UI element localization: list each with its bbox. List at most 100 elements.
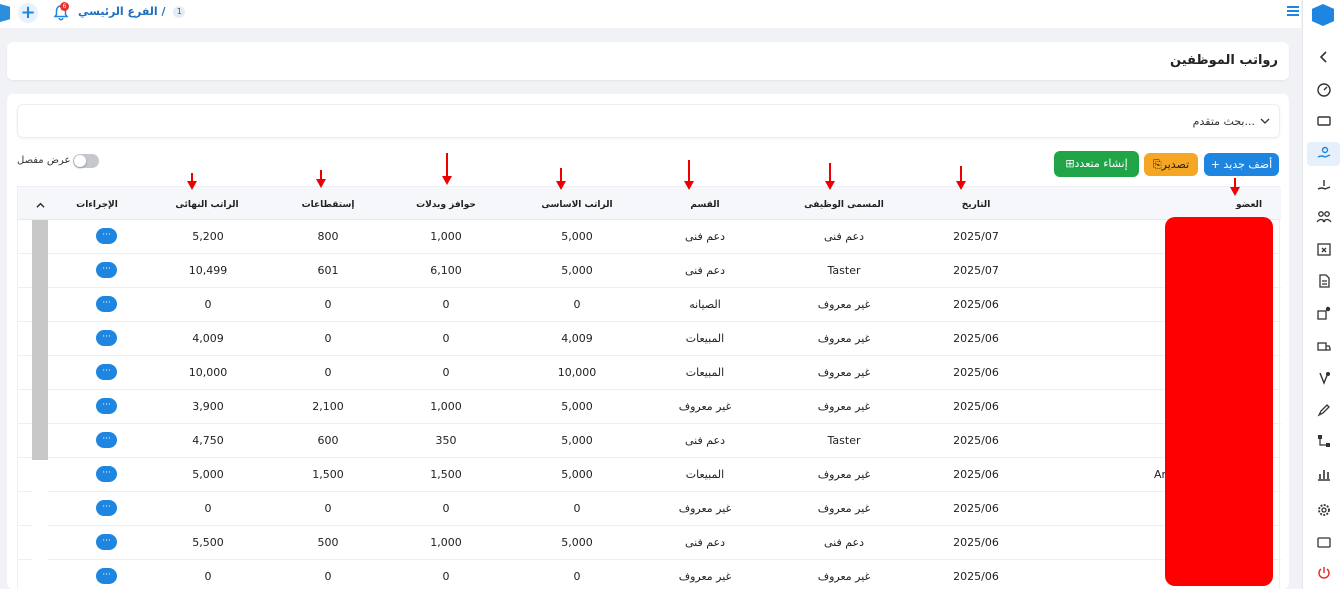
cell-deductions: 500 xyxy=(317,536,339,549)
cell-job-title: غير معروف xyxy=(817,332,871,345)
quick-add-button[interactable]: + xyxy=(18,3,38,23)
table-row[interactable]: 2025/06 Taster دعم فنى 5,000 350 600 4,750 ··· xyxy=(18,424,1281,458)
col-base-salary[interactable]: الراتب الاساسى xyxy=(541,200,612,210)
cell-deductions: 800 xyxy=(317,230,339,243)
col-department[interactable]: القسم xyxy=(690,200,719,210)
table-row[interactable]: 2025/07 Taster دعم فنى 5,000 6,100 601 10,499 ·… xyxy=(18,254,1281,288)
users-group-icon[interactable] xyxy=(1314,207,1334,227)
col-date[interactable]: التاريخ xyxy=(962,200,991,210)
col-member[interactable]: العضو xyxy=(1236,200,1262,210)
page-header-card: رواتب الموظفين xyxy=(7,42,1289,80)
dashboard-gauge-icon[interactable] xyxy=(1314,79,1334,99)
table-row[interactable]: 2025/06 غير معروف غير معروف 5,000 1,000 2,100… xyxy=(18,390,1281,424)
cell-date: 2025/06 xyxy=(953,434,999,447)
row-actions-button[interactable]: ··· xyxy=(96,398,117,414)
cell-job-title: Taster xyxy=(827,434,861,447)
cell-date: 2025/06 xyxy=(953,366,999,379)
row-actions-button[interactable]: ··· xyxy=(96,364,117,380)
cell-date: 2025/07 xyxy=(953,264,999,277)
table-row[interactable]: 2025/06 غير معروف غير معروف 0 0 0 0 ··· xyxy=(18,560,1281,589)
cell-final-salary: 3,900 xyxy=(192,400,224,413)
cell-final-salary: 4,009 xyxy=(192,332,224,345)
cell-base-salary: 5,000 xyxy=(561,264,593,277)
col-job-title[interactable]: المسمى الوظيفى xyxy=(804,200,884,210)
bulk-create-button[interactable]: ⊞إنشاء متعدد xyxy=(1054,151,1139,177)
cell-department: دعم فنى xyxy=(684,230,726,243)
salary-hand-icon[interactable] xyxy=(1307,142,1340,166)
col-final-salary[interactable]: الراتب النهائى xyxy=(175,200,238,210)
calendar-x-icon[interactable] xyxy=(1314,239,1334,259)
table-row[interactable]: 2025/06 دعم فنى دعم فنى 5,000 1,000 500 5,500 ·… xyxy=(18,526,1281,560)
cell-final-salary: 5,000 xyxy=(192,468,224,481)
breadcrumb-branch[interactable]: الفرع الرئيسي / xyxy=(78,5,166,18)
add-new-button[interactable]: + أضف جديد xyxy=(1204,153,1279,176)
row-actions-button[interactable]: ··· xyxy=(96,262,117,278)
table-row[interactable]: 2025/06 غير معروف المبيعات 10,000 0 0 10,000 ··… xyxy=(18,356,1281,390)
cell-job-title: Taster xyxy=(827,264,861,277)
cell-allowances: 1,000 xyxy=(430,230,462,243)
ticket-icon[interactable] xyxy=(1314,111,1334,131)
row-actions-button[interactable]: ··· xyxy=(96,568,117,584)
table-header: العضو التاريخ المسمى الوظيفى القسم الرات… xyxy=(18,187,1281,220)
hamburger-menu-icon[interactable] xyxy=(1287,6,1299,18)
table-row[interactable]: An 2025/06 غير معروف المبيعات 5,000 1,500 1,50… xyxy=(18,458,1281,492)
cell-allowances: 0 xyxy=(442,502,450,515)
cell-final-salary: 10,499 xyxy=(188,264,228,277)
export-icon: ⎘ xyxy=(1152,158,1162,171)
cell-department: غير معروف xyxy=(678,570,732,583)
cell-department: غير معروف xyxy=(678,502,732,515)
chevron-left-icon[interactable] xyxy=(1314,47,1334,67)
payment-hand-icon[interactable] xyxy=(1314,175,1334,195)
chevron-up-icon[interactable] xyxy=(36,201,45,210)
document-icon[interactable] xyxy=(1314,271,1334,291)
cell-base-salary: 4,009 xyxy=(561,332,593,345)
bulk-create-icon: ⊞ xyxy=(1065,157,1075,170)
pen-sign-icon[interactable] xyxy=(1314,400,1334,420)
cell-job-title: غير معروف xyxy=(817,298,871,311)
col-actions: الإجراءات xyxy=(76,200,118,210)
row-actions-button[interactable]: ··· xyxy=(96,296,117,312)
badge-check-icon[interactable] xyxy=(1314,368,1334,388)
app-logo-icon[interactable] xyxy=(0,4,10,22)
export-button[interactable]: ⎘تصدير xyxy=(1144,153,1198,176)
widgets-icon[interactable] xyxy=(1314,303,1334,323)
table-row[interactable]: 2025/07 دعم فنى دعم فنى 5,000 1,000 800 5,200 ·… xyxy=(18,220,1281,254)
cell-department: الصيانه xyxy=(689,298,721,311)
annotation-arrow xyxy=(556,168,566,190)
table-row[interactable]: 2025/06 غير معروف الصيانه 0 0 0 0 ··· xyxy=(18,288,1281,322)
col-deductions[interactable]: إستقطاعات xyxy=(302,200,355,210)
cell-deductions: 0 xyxy=(324,502,332,515)
detailed-view-toggle[interactable] xyxy=(73,154,99,168)
cell-allowances: 0 xyxy=(442,298,450,311)
scrollbar-thumb[interactable] xyxy=(32,220,48,460)
window-icon[interactable] xyxy=(1314,532,1334,552)
cell-deductions: 0 xyxy=(324,570,332,583)
advanced-search-toggle[interactable]: بحث متقدم... xyxy=(17,104,1280,138)
delivery-truck-icon[interactable] xyxy=(1314,337,1334,357)
cell-final-salary: 5,200 xyxy=(192,230,224,243)
cell-department: المبيعات xyxy=(685,332,725,345)
power-icon[interactable] xyxy=(1314,563,1334,583)
row-actions-button[interactable]: ··· xyxy=(96,466,117,482)
row-actions-button[interactable]: ··· xyxy=(96,432,117,448)
breadcrumb[interactable]: الفرع الرئيسي / 1 xyxy=(78,5,186,18)
row-actions-button[interactable]: ··· xyxy=(96,228,117,244)
hierarchy-icon[interactable] xyxy=(1314,431,1334,451)
cell-date: 2025/06 xyxy=(953,570,999,583)
row-actions-button[interactable]: ··· xyxy=(96,500,117,516)
row-actions-button[interactable]: ··· xyxy=(96,330,117,346)
cell-base-salary: 5,000 xyxy=(561,468,593,481)
app-logo-icon[interactable] xyxy=(1312,4,1334,26)
annotation-arrow xyxy=(684,160,694,190)
top-bar: + 6 الفرع الرئيسي / 1 xyxy=(0,0,1301,28)
annotation-arrow xyxy=(187,173,197,190)
cell-job-title: غير معروف xyxy=(817,468,871,481)
col-allowances[interactable]: حوافز وبدلات xyxy=(416,200,476,210)
cell-job-title: دعم فنى xyxy=(823,536,865,549)
settings-gear-icon[interactable] xyxy=(1314,500,1334,520)
salaries-table: العضو التاريخ المسمى الوظيفى القسم الرات… xyxy=(17,186,1281,589)
table-row[interactable]: 2025/06 غير معروف غير معروف 0 0 0 0 ··· xyxy=(18,492,1281,526)
row-actions-button[interactable]: ··· xyxy=(96,534,117,550)
bar-chart-icon[interactable] xyxy=(1314,464,1334,484)
table-row[interactable]: 2025/06 غير معروف المبيعات 4,009 0 0 4,009 ··· xyxy=(18,322,1281,356)
